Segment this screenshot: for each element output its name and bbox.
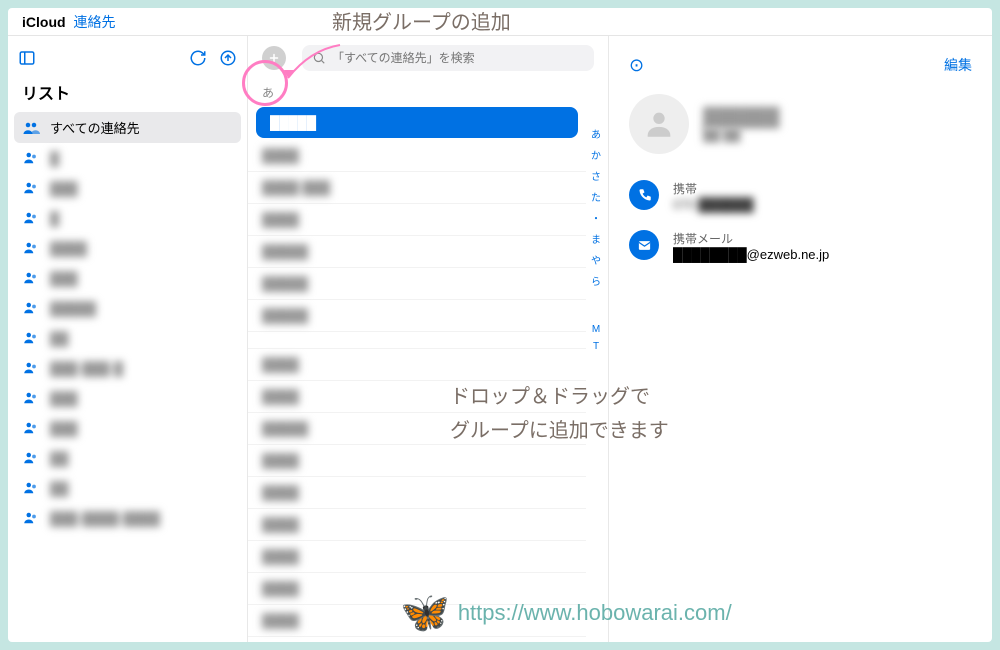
sidebar-item-group[interactable]: █ <box>8 203 247 233</box>
contact-row[interactable]: ████ <box>248 573 586 605</box>
titlebar: iCloud 連絡先 <box>8 8 992 36</box>
panel-toggle-icon[interactable] <box>18 49 36 67</box>
group-icon <box>22 479 40 497</box>
sidebar-item-all-contacts[interactable]: すべての連絡先 <box>14 112 241 143</box>
email-value: ████████@ezweb.ne.jp <box>673 247 829 262</box>
index-letter[interactable]: か <box>591 147 601 162</box>
group-icon <box>22 449 40 467</box>
contact-row[interactable]: █████ <box>256 107 578 138</box>
index-letter[interactable]: や <box>591 252 601 267</box>
contact-name: ██████ <box>703 107 780 128</box>
contact-row[interactable] <box>248 332 586 349</box>
people-icon <box>22 119 40 137</box>
group-icon <box>22 509 40 527</box>
contact-row[interactable]: ████ <box>248 605 586 637</box>
contact-row[interactable]: █████ <box>248 268 586 300</box>
section-header: あ <box>248 80 608 105</box>
group-icon <box>22 299 40 317</box>
group-icon <box>22 149 40 167</box>
avatar <box>629 94 689 154</box>
group-icon <box>22 209 40 227</box>
search-field[interactable] <box>302 45 594 71</box>
sidebar-item-group[interactable]: ████ <box>8 233 247 263</box>
phone-label: 携帯 <box>673 180 754 197</box>
index-letter[interactable]: ま <box>591 231 601 246</box>
contact-row[interactable]: █████ <box>248 300 586 332</box>
sidebar: リスト すべての連絡先██████████████████████-███-██… <box>8 36 248 642</box>
search-input[interactable] <box>332 51 584 65</box>
search-icon <box>312 51 326 65</box>
group-icon <box>22 329 40 347</box>
sidebar-item-group[interactable]: ██ <box>8 443 247 473</box>
app-name: iCloud <box>22 14 66 30</box>
phone-icon[interactable] <box>629 180 659 210</box>
contact-row[interactable]: █████ <box>248 236 586 268</box>
contact-subtitle: ██ ██ <box>703 128 780 142</box>
titlebar-section[interactable]: 連絡先 <box>74 12 116 32</box>
sidebar-item-group[interactable]: ███-███-█ <box>8 353 247 383</box>
contact-row[interactable]: ████ <box>248 477 586 509</box>
contact-list-column: あ █████████████ ████████████████████████… <box>248 36 608 642</box>
sidebar-heading: リスト <box>8 80 247 112</box>
index-letter[interactable]: M <box>592 324 600 335</box>
index-letter[interactable]: あ <box>591 126 601 141</box>
contact-row[interactable]: ████ <box>248 541 586 573</box>
index-letter[interactable]: さ <box>591 168 601 183</box>
phone-value: 070 ██████ <box>673 197 754 212</box>
group-icon <box>22 179 40 197</box>
email-label: 携帯メール <box>673 230 829 247</box>
group-icon <box>22 269 40 287</box>
sidebar-item-group[interactable]: ███ <box>8 173 247 203</box>
contact-row[interactable]: ████ <box>248 381 586 413</box>
group-icon <box>22 239 40 257</box>
index-letter[interactable]: た <box>591 189 601 204</box>
refresh-icon[interactable] <box>189 49 207 67</box>
index-letter[interactable]: ら <box>591 273 601 288</box>
contact-row[interactable]: ████ <box>248 509 586 541</box>
group-icon <box>22 359 40 377</box>
sidebar-item-group[interactable]: ███ <box>8 413 247 443</box>
sidebar-item-group[interactable]: ███ <box>8 383 247 413</box>
contact-row[interactable]: ████ <box>248 445 586 477</box>
group-icon <box>22 419 40 437</box>
contact-row[interactable]: ████ <box>248 204 586 236</box>
contact-row[interactable]: ████ <box>248 140 586 172</box>
index-letter[interactable]: ・ <box>591 210 601 225</box>
sidebar-item-group[interactable]: ███ <box>8 263 247 293</box>
sidebar-item-group[interactable]: ██ <box>8 323 247 353</box>
edit-button[interactable]: 編集 <box>944 55 972 75</box>
index-letter[interactable]: T <box>593 341 599 352</box>
contact-row[interactable]: █████ <box>248 413 586 445</box>
add-group-button[interactable] <box>262 46 286 70</box>
sidebar-item-group[interactable]: █ <box>8 143 247 173</box>
email-icon[interactable] <box>629 230 659 260</box>
upload-icon[interactable] <box>219 49 237 67</box>
alphabet-index[interactable]: あかさた・まやら MT <box>588 126 604 632</box>
more-options-icon[interactable]: ⊙ <box>629 55 644 76</box>
contact-row[interactable]: ████ ███ <box>248 172 586 204</box>
contact-row[interactable]: ████ <box>248 349 586 381</box>
sidebar-item-group[interactable]: ███-████-████ <box>8 503 247 533</box>
sidebar-item-group[interactable]: █████ <box>8 293 247 323</box>
contact-detail: ⊙ 編集 ██████ ██ ██ 携帯 070 ██████ <box>608 36 992 642</box>
sidebar-item-group[interactable]: ██ <box>8 473 247 503</box>
group-icon <box>22 389 40 407</box>
